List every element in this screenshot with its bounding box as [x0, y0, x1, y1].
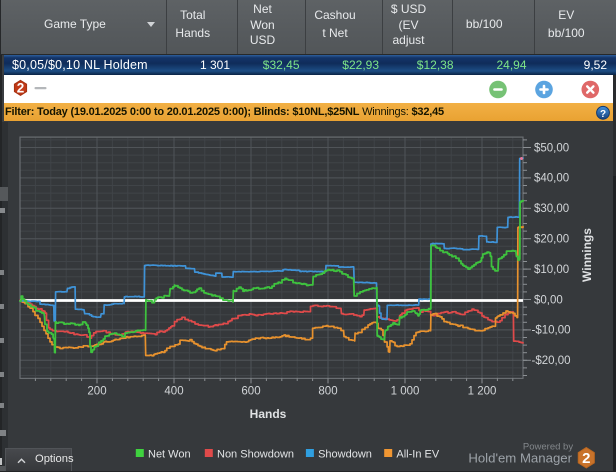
svg-text:Net Won: Net Won: [148, 449, 191, 461]
svg-text:Hold'em Manager: Hold'em Manager: [468, 451, 572, 466]
svg-text:Non Showdown: Non Showdown: [217, 449, 294, 461]
svg-text:Hands: Hands: [250, 407, 287, 421]
svg-text:2: 2: [582, 450, 590, 467]
svg-text:800: 800: [318, 386, 337, 398]
svg-text:1 000: 1 000: [391, 386, 420, 398]
svg-text:600: 600: [241, 386, 260, 398]
svg-text:$50,00: $50,00: [534, 142, 569, 154]
svg-text:$0,00: $0,00: [534, 294, 563, 306]
svg-text:All-In EV: All-In EV: [396, 449, 439, 461]
svg-text:-$10,00: -$10,00: [532, 325, 571, 337]
svg-text:$40,00: $40,00: [534, 173, 569, 185]
svg-text:-$20,00: -$20,00: [532, 355, 571, 367]
svg-text:200: 200: [87, 386, 106, 398]
svg-text:Showdown: Showdown: [318, 449, 372, 461]
svg-text:1 200: 1 200: [468, 386, 497, 398]
svg-text:$10,00: $10,00: [534, 264, 569, 276]
svg-text:400: 400: [164, 386, 183, 398]
svg-text:$30,00: $30,00: [534, 203, 569, 215]
svg-text:Winnings: Winnings: [580, 228, 594, 282]
svg-text:$20,00: $20,00: [534, 234, 569, 246]
